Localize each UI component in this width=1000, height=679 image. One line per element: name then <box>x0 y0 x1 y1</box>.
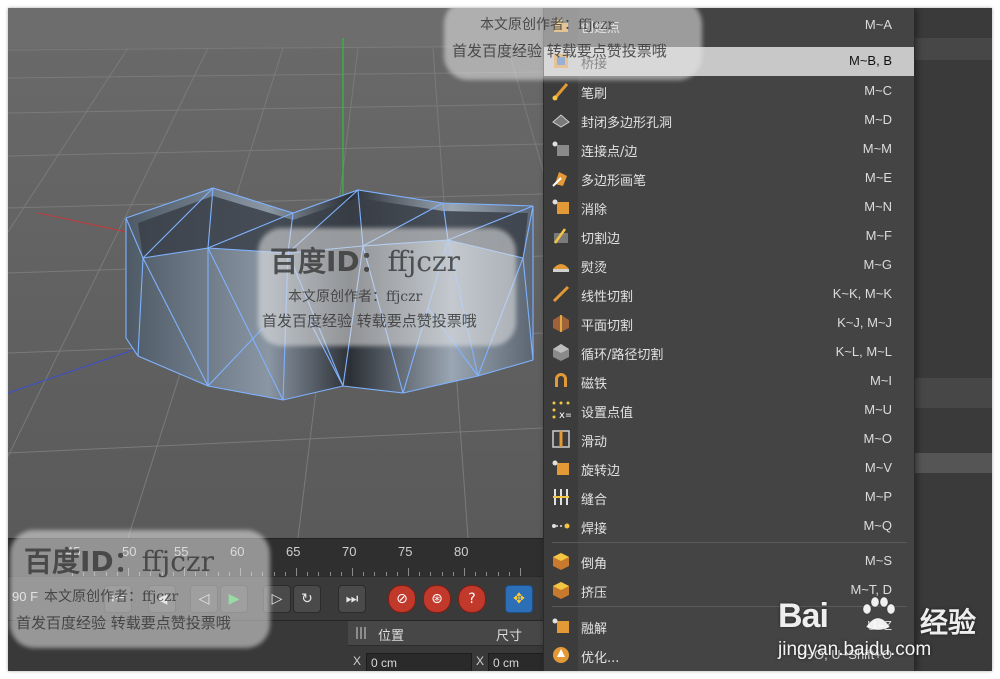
create-point-icon <box>554 18 568 32</box>
menu-item-extrude[interactable]: 挤压 M~T, D <box>544 576 914 605</box>
next-frame-button[interactable]: ▷ <box>263 585 291 613</box>
frame-field[interactable]: 90 F <box>12 589 38 604</box>
brush-icon <box>552 83 569 101</box>
timeline-tick-label: 70 <box>342 544 357 559</box>
menu-item-loop-path-cut[interactable]: 循环/路径切割 K~L, M~L <box>544 338 914 367</box>
coordinates-header: 位置 尺寸 <box>348 621 543 646</box>
menu-item-plane-cut[interactable]: 平面切割 K~J, M~J <box>544 309 914 338</box>
weld-icon <box>552 523 570 529</box>
magnet-icon <box>555 373 567 387</box>
previous-key-button[interactable]: ◀ <box>148 585 176 613</box>
grid-icon <box>356 627 368 639</box>
extrude-icon <box>553 582 569 599</box>
spin-edge-icon <box>552 460 569 475</box>
menu-item-melt[interactable]: 融解 U~Z <box>544 612 914 641</box>
menu-item-spin-edge[interactable]: 旋转边 M~V <box>544 454 914 483</box>
set-point-value-icon: x= <box>552 401 571 420</box>
auto-key-icon: ⊛ <box>431 591 443 607</box>
key-help-button[interactable]: ? <box>458 585 486 613</box>
mesh-tools-menu: 创建点 M~A 桥接 M~B, B 笔刷 M~C 封闭多边形孔洞 M~D 连接点… <box>543 8 915 671</box>
record-button[interactable]: ⊘ <box>388 585 416 613</box>
position-label: 位置 <box>378 629 405 644</box>
timeline-tick-label: 75 <box>398 544 413 559</box>
menu-item-close-polygon-hole[interactable]: 封闭多边形孔洞 M~D <box>544 106 914 135</box>
menu-item-iron[interactable]: 熨烫 M~G <box>544 251 914 280</box>
loop-icon: ↻ <box>301 591 313 607</box>
menu-item-bevel[interactable]: 倒角 M~S <box>544 547 914 576</box>
move-arrows-icon: ✥ <box>513 591 525 607</box>
polygon-pen-icon <box>552 172 567 187</box>
go-to-start-button[interactable]: ⏮ <box>104 585 132 613</box>
menu-item-set-point-value[interactable]: x= 设置点值 M~U <box>544 396 914 425</box>
menu-item-dissolve[interactable]: 消除 M~N <box>544 193 914 222</box>
size-label: 尺寸 <box>496 629 523 644</box>
menu-item-optimize[interactable]: 优化... U~O, U~Shift+O <box>544 641 914 670</box>
cinema4d-window: 45 50 55 60 65 70 75 80 90 F ⏮ ◀ ◁ ▶ ▷ ↻… <box>8 8 992 671</box>
menu-item-bridge[interactable]: 桥接 M~B, B <box>544 47 914 76</box>
right-panel <box>913 8 992 671</box>
iron-icon <box>553 264 569 272</box>
menu-item-line-cut[interactable]: 线性切割 K~K, M~K <box>544 280 914 309</box>
polygon-mesh[interactable] <box>125 187 534 401</box>
menu-item-connect-points-edges[interactable]: 连接点/边 M~M <box>544 135 914 164</box>
plane-cut-icon <box>553 315 569 332</box>
record-key-icon: ⊘ <box>396 591 408 607</box>
x-position-axis-label: X <box>353 654 362 668</box>
menu-item-polygon-pen[interactable]: 多边形画笔 M~E <box>544 164 914 193</box>
bridge-icon <box>554 54 568 68</box>
close-polygon-hole-icon <box>552 114 570 128</box>
menu-item-brush[interactable]: 笔刷 M~C <box>544 77 914 106</box>
3d-viewport[interactable] <box>8 8 543 538</box>
loop-path-cut-icon <box>553 344 569 361</box>
question-icon: ? <box>468 591 476 607</box>
previous-frame-button[interactable]: ◁ <box>190 585 218 613</box>
svg-text:x=: x= <box>559 410 571 420</box>
play-button[interactable]: ▶ <box>220 585 248 613</box>
timeline-ruler[interactable]: 45 50 55 60 65 70 75 80 <box>8 538 543 577</box>
next-key-button[interactable]: ↻ <box>293 585 321 613</box>
menu-item-stitch[interactable]: 缝合 M~P <box>544 483 914 512</box>
line-cut-icon <box>552 285 570 303</box>
viewport-scene <box>8 8 543 538</box>
connect-points-edges-icon <box>552 141 569 156</box>
stitch-icon <box>553 489 569 505</box>
edge-cut-icon <box>553 228 568 244</box>
timeline-tick-label: 80 <box>454 544 469 559</box>
x-position-field[interactable]: 0 cm <box>366 653 472 671</box>
coordinates-panel: 位置 尺寸 X 0 cm X 0 cm <box>8 620 544 671</box>
bevel-icon <box>553 553 569 570</box>
slide-icon <box>552 430 570 448</box>
menu-item-edge-cut[interactable]: 切割边 M~F <box>544 222 914 251</box>
timeline-tick-label: 45 <box>66 544 81 559</box>
move-key-button[interactable]: ✥ <box>505 585 533 613</box>
go-to-end-button[interactable]: ⏭ <box>338 585 366 613</box>
skip-back-icon: ⏮ <box>111 591 125 607</box>
transport-bar: 90 F ⏮ ◀ ◁ ▶ ▷ ↻ ⏭ ⊘ ⊛ ? ✥ <box>8 576 543 621</box>
menu-item-weld[interactable]: 焊接 M~Q <box>544 512 914 541</box>
timeline-tick-label: 50 <box>122 544 137 559</box>
timeline-tick-label: 55 <box>174 544 189 559</box>
melt-icon <box>552 618 569 633</box>
x-size-axis-label: X <box>476 654 485 668</box>
menu-item-create-point[interactable]: 创建点 M~A <box>544 11 914 40</box>
menu-item-slide[interactable]: 滑动 M~O <box>544 425 914 454</box>
play-icon: ▶ <box>228 591 240 607</box>
previous-key-icon: ◀ <box>156 591 168 607</box>
x-size-field[interactable]: 0 cm <box>488 653 544 671</box>
step-back-icon: ◁ <box>198 591 210 607</box>
timeline-tick-label: 60 <box>230 544 245 559</box>
dissolve-icon <box>552 199 569 214</box>
timeline-tick-label: 65 <box>286 544 301 559</box>
skip-end-icon: ⏭ <box>345 591 359 607</box>
menu-item-magnet[interactable]: 磁铁 M~I <box>544 367 914 396</box>
auto-key-button[interactable]: ⊛ <box>423 585 451 613</box>
optimize-icon <box>553 647 569 663</box>
step-forward-icon: ▷ <box>271 591 283 607</box>
